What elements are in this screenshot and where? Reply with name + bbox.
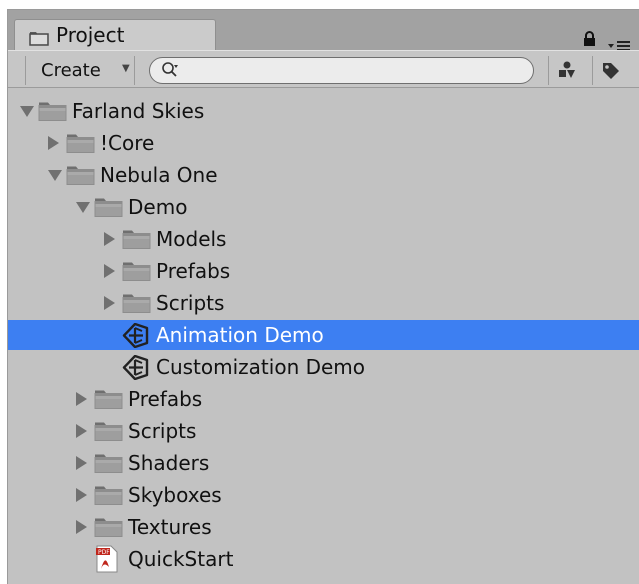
tree-item-label: Animation Demo [156, 323, 324, 347]
tree-folder-row[interactable]: Scripts [8, 288, 639, 318]
folder-icon [94, 197, 123, 222]
tree-item-label: Textures [128, 515, 212, 539]
tree-item-label: Skyboxes [128, 483, 222, 507]
folder-icon [122, 293, 151, 318]
tree-item-label: Shaders [128, 451, 210, 475]
filter-by-label-icon [603, 63, 619, 79]
collapsed-arrow-icon[interactable] [76, 520, 87, 534]
unity-scene-icon [122, 322, 149, 352]
search-icon [161, 61, 179, 83]
tree-folder-row[interactable]: Nebula One [8, 160, 639, 190]
folder-icon [66, 165, 95, 190]
tree-folder-row[interactable]: Prefabs [8, 256, 639, 286]
tree-item-label: Customization Demo [156, 355, 366, 379]
folder-icon [66, 133, 95, 158]
tree-folder-row[interactable]: Textures [8, 512, 639, 542]
tree-item-label: Prefabs [156, 259, 231, 283]
tree-item-label: !Core [100, 131, 155, 155]
filter-by-type-button[interactable] [548, 56, 584, 85]
tree-folder-row[interactable]: Farland Skies [8, 96, 639, 126]
unity-scene-icon [122, 354, 149, 384]
expanded-arrow-icon[interactable] [20, 106, 34, 117]
collapsed-arrow-icon[interactable] [76, 456, 87, 470]
folder-icon [94, 485, 123, 510]
tab-project[interactable]: Project [14, 19, 216, 50]
folder-icon [94, 389, 123, 414]
tree-item-label: Models [156, 227, 227, 251]
tree-item-label: Demo [128, 195, 188, 219]
tree-folder-row[interactable]: !Core [8, 128, 639, 158]
collapsed-arrow-icon[interactable] [76, 424, 87, 438]
pdf-icon: PDF [94, 545, 119, 577]
tree-asset-row[interactable]: PDF QuickStart [8, 544, 639, 574]
chevron-down-icon: ▼ [122, 63, 130, 74]
collapsed-arrow-icon[interactable] [104, 296, 115, 310]
tree-folder-row[interactable]: Prefabs [8, 384, 639, 414]
collapsed-arrow-icon[interactable] [76, 392, 87, 406]
tab-bar: Project [8, 10, 639, 51]
tab-label: Project [56, 23, 125, 47]
folder-icon [122, 229, 151, 254]
tree-asset-row[interactable]: Customization Demo [8, 352, 639, 382]
tree-asset-row[interactable]: Animation Demo [8, 320, 639, 350]
lock-icon[interactable] [583, 31, 596, 50]
folder-icon [94, 421, 123, 446]
folder-icon [94, 517, 123, 542]
collapsed-arrow-icon[interactable] [76, 488, 87, 502]
tree-item-label: QuickStart [128, 547, 234, 571]
folder-icon [122, 261, 151, 286]
collapsed-arrow-icon[interactable] [48, 136, 59, 150]
tree-folder-row[interactable]: Demo [8, 192, 639, 222]
create-button[interactable]: Create ▼ [25, 56, 135, 85]
expanded-arrow-icon[interactable] [48, 170, 62, 181]
tree-item-label: Nebula One [100, 163, 218, 187]
folder-icon [94, 453, 123, 478]
filter-by-type-icon [559, 61, 575, 78]
tree-folder-row[interactable]: Scripts [8, 416, 639, 446]
tree-item-label: Prefabs [128, 387, 203, 411]
search-input[interactable] [149, 57, 534, 84]
svg-text:PDF: PDF [98, 549, 110, 556]
filter-by-label-button[interactable] [592, 56, 628, 85]
expanded-arrow-icon[interactable] [76, 202, 90, 213]
collapsed-arrow-icon[interactable] [104, 264, 115, 278]
project-window: Project Create ▼ Farland Skies !Core Neb… [7, 9, 639, 584]
folder-icon [38, 101, 67, 126]
tree-item-label: Scripts [128, 419, 197, 443]
create-label: Create [41, 60, 101, 81]
tree-folder-row[interactable]: Skyboxes [8, 480, 639, 510]
tree-folder-row[interactable]: Models [8, 224, 639, 254]
folder-icon [29, 31, 49, 50]
tree-folder-row[interactable]: Shaders [8, 448, 639, 478]
tree-item-label: Scripts [156, 291, 225, 315]
tree-item-label: Farland Skies [72, 99, 205, 123]
toolbar: Create ▼ [8, 50, 639, 88]
collapsed-arrow-icon[interactable] [104, 232, 115, 246]
